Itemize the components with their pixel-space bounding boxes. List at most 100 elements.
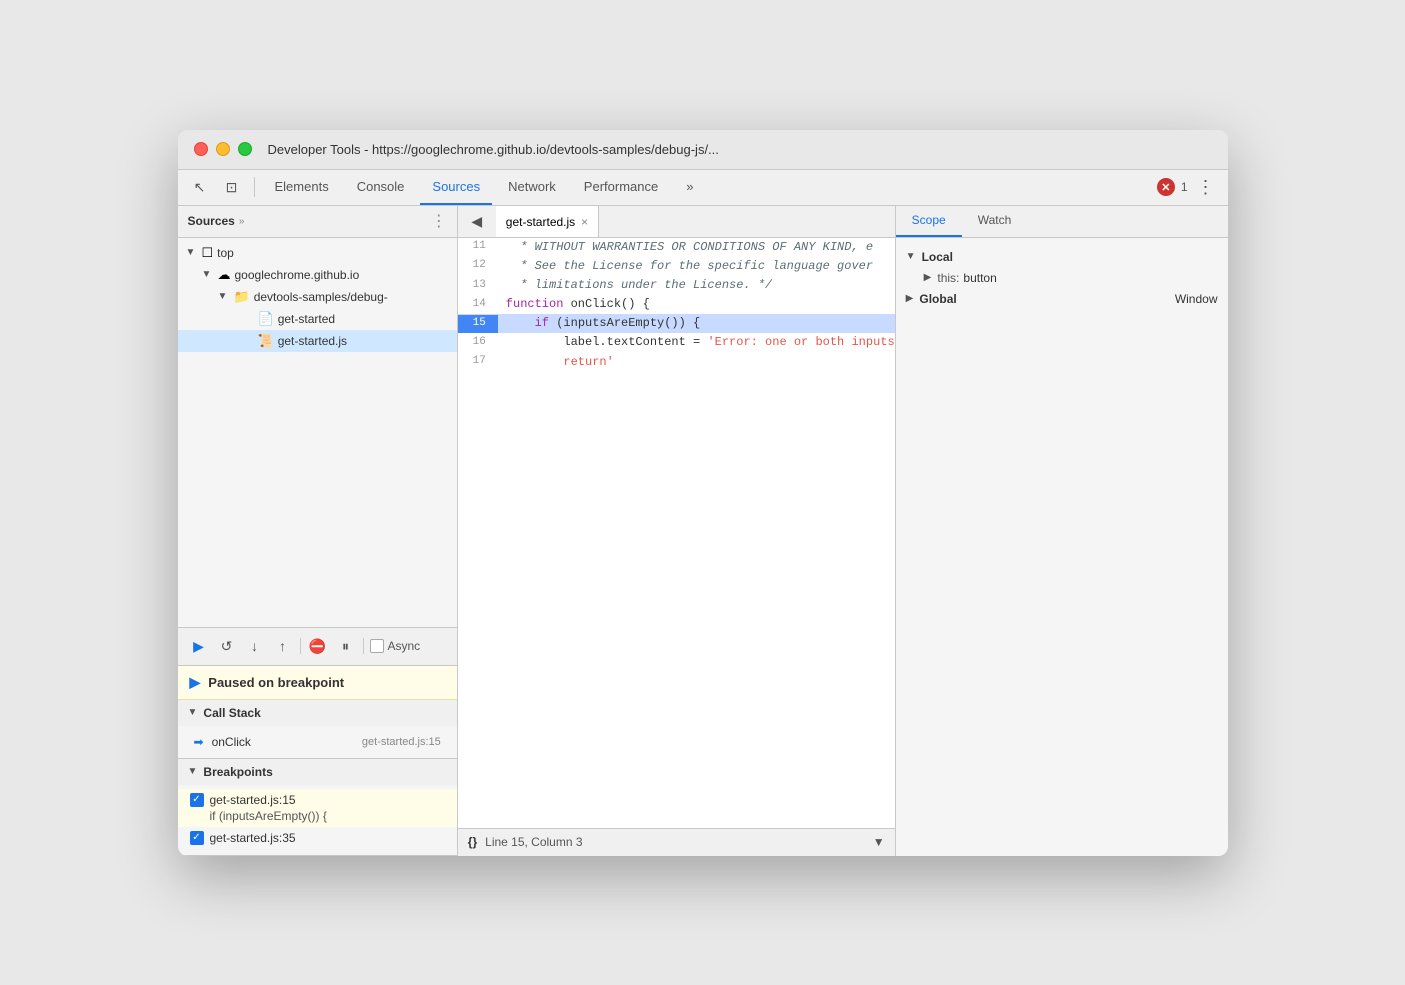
tab-console[interactable]: Console (345, 169, 417, 205)
line-content-16: label.textContent = 'Error: one or both … (498, 333, 895, 352)
debugger-section: ▶ ↺ ↓ ↑ ⛔ ⏸ Async ▶ Paused on bre (178, 627, 457, 856)
tab-more[interactable]: » (674, 169, 705, 205)
tree-arrow-domain: ▼ (202, 269, 214, 280)
scope-this-item[interactable]: ▶ this: button (896, 268, 1228, 288)
scope-local-header[interactable]: ▼ Local (896, 246, 1228, 268)
step-into-btn[interactable]: ↓ (244, 635, 266, 657)
deactivate-btn[interactable]: ⛔ (307, 635, 329, 657)
breakpoint-item-1: get-started.js:15 if (inputsAreEmpty()) … (178, 789, 457, 827)
tree-item-file1[interactable]: 📄 get-started (178, 308, 457, 330)
sources-panel-title: Sources (188, 214, 235, 228)
scope-tab-watch[interactable]: Watch (962, 206, 1028, 237)
tree-arrow-top: ▼ (186, 247, 198, 258)
sources-panel-header: Sources » ⋮ (178, 206, 457, 238)
call-stack-arrow: ▼ (188, 707, 198, 718)
line-num-14: 14 (458, 296, 498, 314)
breakpoints-title: Breakpoints (203, 765, 272, 779)
bp-condition-1: if (inputsAreEmpty()) { (190, 809, 445, 823)
code-lines: 11 * WITHOUT WARRANTIES OR CONDITIONS OF… (458, 238, 895, 828)
async-text: Async (388, 639, 421, 653)
scope-local-arrow: ▼ (906, 251, 916, 262)
sources-panel-menu-icon[interactable]: ⋮ (431, 211, 447, 231)
sources-panel-chevron[interactable]: » (239, 216, 245, 227)
call-stack-content: ➡ onClick get-started.js:15 (178, 726, 457, 758)
line-content-14: function onClick() { (498, 295, 650, 314)
code-line-13: 13 * limitations under the License. */ (458, 276, 895, 295)
paused-text: Paused on breakpoint (208, 675, 344, 690)
call-stack-section: ▼ Call Stack ➡ onClick get-started.js:15 (178, 700, 457, 759)
code-line-14: 14 function onClick() { (458, 295, 895, 314)
tree-label-top: top (217, 246, 234, 260)
close-button[interactable] (194, 142, 208, 156)
bp-row-2: get-started.js:35 (190, 831, 445, 845)
call-stack-header[interactable]: ▼ Call Stack (178, 700, 457, 726)
scope-this-value: button (963, 271, 996, 285)
scope-global-title: Global (919, 292, 956, 306)
device-icon[interactable]: ⊡ (218, 173, 246, 201)
call-stack-fn-name: onClick (212, 735, 362, 749)
bp-checkbox-1[interactable] (190, 793, 204, 807)
status-location: Line 15, Column 3 (485, 835, 582, 849)
code-area[interactable]: 11 * WITHOUT WARRANTIES OR CONDITIONS OF… (458, 238, 895, 828)
tree-item-domain[interactable]: ▼ ☁ googlechrome.github.io (178, 264, 457, 286)
bp-filename-1: get-started.js:15 (210, 793, 296, 807)
step-out-btn[interactable]: ↑ (272, 635, 294, 657)
resume-btn[interactable]: ▶ (188, 635, 210, 657)
breakpoints-header[interactable]: ▼ Breakpoints (178, 759, 457, 785)
tab-performance[interactable]: Performance (572, 169, 670, 205)
file-tree: ▼ ☐ top ▼ ☁ googlechrome.github.io ▼ 📁 d… (178, 238, 457, 627)
editor-tab-js[interactable]: get-started.js × (496, 205, 599, 237)
step-over-btn[interactable]: ↺ (216, 635, 238, 657)
scope-tab-scope[interactable]: Scope (896, 206, 962, 237)
maximize-button[interactable] (238, 142, 252, 156)
tree-item-top[interactable]: ▼ ☐ top (178, 242, 457, 264)
call-stack-item-arrow: ➡ (194, 735, 204, 749)
tab-sources[interactable]: Sources (420, 169, 492, 205)
status-bar: {} Line 15, Column 3 ▼ (458, 828, 895, 856)
status-braces: {} (468, 835, 477, 849)
code-line-11: 11 * WITHOUT WARRANTIES OR CONDITIONS OF… (458, 238, 895, 257)
tree-item-file2[interactable]: 📜 get-started.js (178, 330, 457, 352)
tab-elements[interactable]: Elements (263, 169, 341, 205)
minimize-button[interactable] (216, 142, 230, 156)
editor-panel: ◀ get-started.js × 11 * WITHOUT WARRANTI… (458, 206, 895, 856)
paused-banner: ▶ Paused on breakpoint (178, 666, 457, 700)
tab-network[interactable]: Network (496, 169, 568, 205)
more-icon[interactable]: ⋮ (1192, 173, 1220, 201)
toolbar-divider-1 (254, 177, 255, 197)
format-btn[interactable]: ▼ (873, 835, 885, 849)
scope-content: ▼ Local ▶ this: button ▶ Global Window (896, 238, 1228, 856)
line-num-12: 12 (458, 257, 498, 275)
editor-tabs: ◀ get-started.js × (458, 206, 895, 238)
bp-checkbox-2[interactable] (190, 831, 204, 845)
scope-global-row[interactable]: ▶ Global Window (896, 288, 1228, 310)
cursor-icon[interactable]: ↖ (186, 173, 214, 201)
editor-tab-label: get-started.js (506, 215, 575, 229)
tree-item-folder[interactable]: ▼ 📁 devtools-samples/debug- (178, 286, 457, 308)
line-num-13: 13 (458, 277, 498, 295)
editor-tab-close-icon[interactable]: × (581, 215, 588, 229)
folder-icon: 📁 (234, 289, 250, 305)
line-content-11: * WITHOUT WARRANTIES OR CONDITIONS OF AN… (498, 238, 873, 257)
error-area: ✕ 1 (1157, 178, 1188, 196)
tree-label-domain: googlechrome.github.io (235, 268, 360, 282)
pause-btn[interactable]: ⏸ (335, 635, 357, 657)
error-count: 1 (1181, 180, 1188, 194)
async-checkbox[interactable] (370, 639, 384, 653)
code-line-17: 17 return' (458, 353, 895, 372)
scope-panel: Scope Watch ▼ Local ▶ this: button ▶ Glo… (895, 206, 1228, 856)
call-stack-item-onclick[interactable]: ➡ onClick get-started.js:15 (178, 730, 457, 754)
frame-icon: ☐ (202, 245, 214, 261)
main-toolbar: ↖ ⊡ Elements Console Sources Network Per… (178, 170, 1228, 206)
bp-filename-2: get-started.js:35 (210, 831, 296, 845)
tree-label-file2: get-started.js (278, 334, 347, 348)
debug-divider (300, 638, 301, 654)
breakpoints-arrow: ▼ (188, 766, 198, 777)
editor-back-btn[interactable]: ◀ (466, 210, 488, 232)
left-panel: Sources » ⋮ ▼ ☐ top ▼ ☁ googlechrome.git… (178, 206, 458, 856)
code-line-15: 15 if (inputsAreEmpty()) { (458, 314, 895, 333)
async-label[interactable]: Async (370, 639, 421, 653)
js-file-icon: 📜 (258, 333, 274, 349)
file-icon-1: 📄 (258, 311, 274, 327)
devtools-window: Developer Tools - https://googlechrome.g… (178, 130, 1228, 856)
